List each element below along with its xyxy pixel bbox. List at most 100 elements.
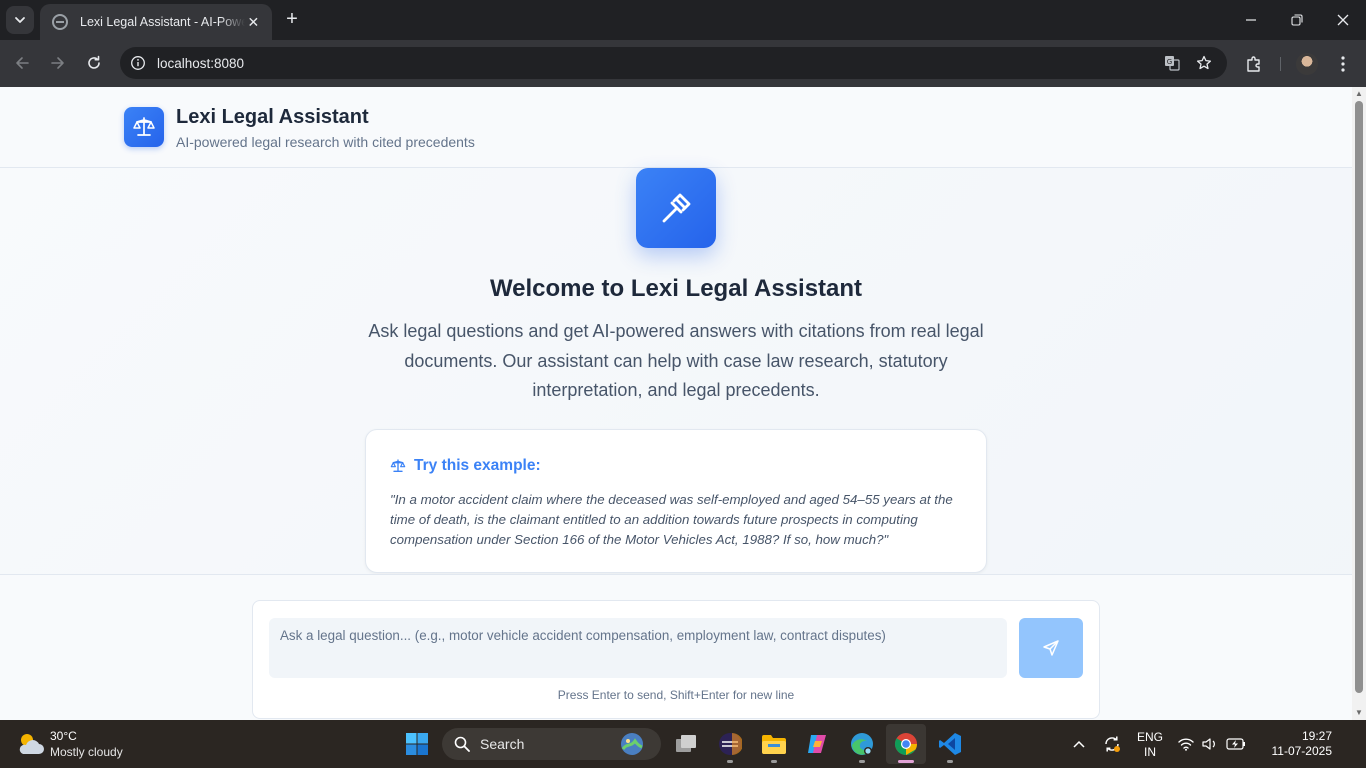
search-label: Search (480, 736, 525, 752)
example-card[interactable]: Try this example: "In a motor accident c… (365, 429, 987, 573)
scales-icon (133, 117, 155, 136)
star-icon[interactable] (1196, 55, 1212, 71)
menu-icon (1341, 56, 1345, 72)
extensions-button[interactable] (1243, 53, 1265, 75)
gavel-icon (662, 193, 691, 223)
taskbar-chrome[interactable] (886, 724, 926, 764)
logo (124, 107, 164, 147)
vscode-icon (939, 733, 961, 755)
tab-close-button[interactable]: ✕ (245, 14, 262, 31)
taskbar-file-explorer[interactable] (754, 724, 794, 764)
windows-taskbar: 30°C Mostly cloudy Search ENG IN 19:27 1… (0, 720, 1366, 768)
reload-button[interactable] (82, 51, 106, 75)
sync-status[interactable] (1100, 720, 1124, 768)
browser-menu-button[interactable] (1332, 53, 1354, 75)
example-question[interactable]: "In a motor accident claim where the dec… (390, 490, 970, 550)
running-indicator (859, 760, 865, 763)
restore-icon (1291, 14, 1303, 26)
system-clock[interactable]: 19:27 11-07-2025 (1252, 729, 1333, 759)
browser-toolbar: localhost:8080 G (0, 40, 1366, 87)
minimize-button[interactable] (1228, 0, 1274, 40)
composer-card: Press Enter to send, Shift+Enter for new… (252, 600, 1100, 719)
running-indicator (727, 760, 733, 763)
svg-text:G: G (1167, 58, 1172, 66)
close-window-button[interactable] (1320, 0, 1366, 40)
chrome-icon (895, 733, 917, 755)
info-icon[interactable] (130, 55, 146, 71)
taskbar-search[interactable]: Search (442, 728, 661, 760)
taskbar-eclipse[interactable] (710, 724, 750, 764)
profile-button[interactable] (1296, 53, 1318, 75)
welcome-description: Ask legal questions and get AI-powered a… (368, 321, 984, 400)
send-button[interactable] (1019, 618, 1083, 678)
clock-time: 19:27 (1301, 729, 1332, 743)
taskbar-copilot[interactable] (798, 724, 838, 764)
globe-icon (52, 14, 68, 30)
battery-icon (1226, 738, 1245, 750)
app-subtitle: AI-powered legal research with cited pre… (176, 134, 475, 150)
back-button[interactable] (10, 51, 34, 75)
toolbar-divider (1280, 57, 1281, 71)
scroll-down-icon[interactable]: ▼ (1354, 708, 1364, 718)
active-indicator (898, 760, 914, 763)
hero-logo (636, 168, 716, 248)
composer-hint: Press Enter to send, Shift+Enter for new… (557, 688, 795, 702)
page-viewport: Lexi Legal Assistant AI-powered legal re… (0, 87, 1352, 720)
scroll-up-icon[interactable]: ▲ (1354, 89, 1364, 99)
tab-title: Lexi Legal Assistant - AI-Powered Legal … (80, 15, 245, 29)
forward-button[interactable] (46, 51, 70, 75)
sync-icon (1105, 736, 1120, 752)
eclipse-icon (719, 733, 742, 755)
page-scrollbar[interactable]: ▲ ▼ (1352, 87, 1366, 720)
url-text: localhost:8080 (157, 55, 245, 71)
running-indicator (771, 760, 777, 763)
browser-tab[interactable]: Lexi Legal Assistant - AI-Powered Legal … (40, 4, 272, 40)
search-icon (454, 736, 470, 752)
close-icon (1337, 14, 1349, 26)
taskbar-vscode[interactable] (930, 724, 970, 764)
welcome-title: Welcome to Lexi Legal Assistant (489, 275, 863, 302)
task-view-icon (676, 735, 696, 752)
start-button[interactable] (397, 724, 437, 764)
taskbar-edge[interactable] (842, 724, 882, 764)
send-icon (1043, 640, 1059, 656)
scales-icon (390, 459, 406, 472)
search-highlight-icon (621, 733, 643, 755)
volume-icon (1202, 738, 1215, 750)
weather-temperature[interactable]: 30°C (50, 729, 77, 743)
translate-icon[interactable]: G (1164, 55, 1180, 71)
battery-status[interactable] (1225, 720, 1247, 768)
volume-status[interactable] (1200, 720, 1220, 768)
reload-icon (88, 55, 100, 69)
new-tab-button[interactable]: + (280, 8, 304, 32)
question-input[interactable] (269, 618, 1007, 678)
app-title: Lexi Legal Assistant (176, 106, 369, 128)
tab-search-button[interactable] (6, 6, 34, 34)
back-icon (16, 57, 29, 69)
browser-tab-strip: Lexi Legal Assistant - AI-Powered Legal … (0, 0, 1366, 40)
clock-date: 11-07-2025 (1271, 744, 1333, 758)
forward-icon (51, 57, 64, 69)
weather-icon[interactable] (14, 729, 46, 759)
wifi-status[interactable] (1176, 720, 1196, 768)
language-code: ENG (1136, 730, 1163, 744)
address-bar[interactable]: localhost:8080 G (120, 47, 1227, 79)
copilot-icon (808, 735, 826, 753)
scroll-thumb[interactable] (1355, 101, 1363, 693)
region-code: IN (1144, 745, 1156, 759)
avatar (1296, 53, 1318, 75)
edge-icon (851, 733, 873, 755)
chevron-down-icon (15, 17, 25, 23)
app-header: Lexi Legal Assistant AI-powered legal re… (0, 87, 1352, 168)
show-hidden-icons-button[interactable] (1068, 720, 1090, 768)
language-indicator[interactable]: ENG IN (1136, 730, 1164, 760)
weather-description[interactable]: Mostly cloudy (50, 745, 123, 759)
folder-icon (762, 735, 786, 754)
example-heading: Try this example: (414, 457, 541, 474)
wifi-icon (1178, 738, 1194, 751)
composer-area: Press Enter to send, Shift+Enter for new… (0, 574, 1352, 720)
minimize-icon (1246, 19, 1256, 21)
restore-button[interactable] (1274, 0, 1320, 40)
extensions-icon (1247, 56, 1260, 72)
taskbar-task-view[interactable] (666, 724, 706, 764)
